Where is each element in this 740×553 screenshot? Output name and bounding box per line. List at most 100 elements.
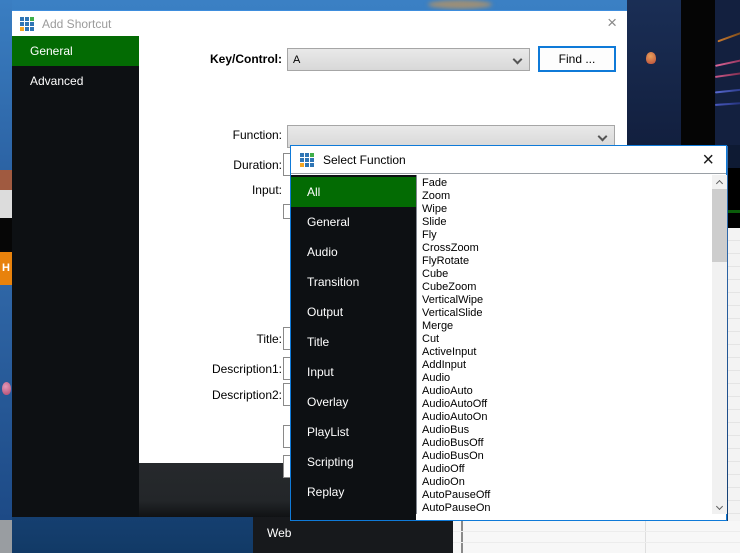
- function-item-autopauseon[interactable]: AutoPauseOn: [422, 502, 712, 514]
- function-item-audioon[interactable]: AudioOn: [422, 476, 712, 489]
- function-item-audioautooff[interactable]: AudioAutoOff: [422, 398, 712, 411]
- category-item-playlist[interactable]: PlayList: [291, 417, 416, 447]
- function-item-cube[interactable]: Cube: [422, 268, 712, 281]
- description2-field[interactable]: [283, 383, 290, 406]
- function-item-merge[interactable]: Merge: [422, 320, 712, 333]
- scrollbar-thumb[interactable]: [712, 189, 727, 262]
- function-item-fade[interactable]: Fade: [422, 177, 712, 190]
- background-panel: [453, 521, 740, 553]
- background-divider: [645, 521, 646, 553]
- background-row-line: [453, 531, 740, 532]
- dialog-title: Add Shortcut: [42, 17, 111, 31]
- description1-label: Description1:: [112, 362, 282, 376]
- close-icon[interactable]: ×: [607, 12, 617, 34]
- balloon-image: [646, 52, 656, 64]
- input-label: Input:: [112, 183, 282, 197]
- background-list-rows: [728, 228, 740, 521]
- function-item-verticalwipe[interactable]: VerticalWipe: [422, 294, 712, 307]
- category-item-audio[interactable]: Audio: [291, 237, 416, 267]
- function-list: FadeZoomWipeSlideFlyCrossZoomFlyRotateCu…: [416, 175, 712, 514]
- video-preview-balloon: [627, 0, 681, 146]
- category-item-replay[interactable]: Replay: [291, 477, 416, 507]
- function-item-flyrotate[interactable]: FlyRotate: [422, 255, 712, 268]
- function-label: Function:: [112, 128, 282, 142]
- vmix-logo-icon: [20, 17, 34, 31]
- vmix-logo-icon: [300, 153, 314, 167]
- close-icon[interactable]: ×: [702, 148, 714, 172]
- function-item-crosszoom[interactable]: CrossZoom: [422, 242, 712, 255]
- background-window-sliver: [0, 218, 12, 252]
- select-function-titlebar[interactable]: Select Function ×: [291, 146, 726, 174]
- desktop: H Web Add Shortcut × GeneralAdvanced Key…: [0, 0, 740, 553]
- category-item-general[interactable]: General: [291, 207, 416, 237]
- web-tab[interactable]: Web: [253, 517, 455, 553]
- title-field[interactable]: [283, 327, 290, 350]
- background-window-sliver: [0, 190, 12, 218]
- duration-label: Duration:: [112, 158, 282, 172]
- function-item-slide[interactable]: Slide: [422, 216, 712, 229]
- background-window-sliver: [0, 170, 12, 190]
- function-item-autopauseoff[interactable]: AutoPauseOff: [422, 489, 712, 502]
- function-item-wipe[interactable]: Wipe: [422, 203, 712, 216]
- function-item-verticalslide[interactable]: VerticalSlide: [422, 307, 712, 320]
- video-preview-black: [681, 0, 715, 146]
- function-item-audiobus[interactable]: AudioBus: [422, 424, 712, 437]
- firework-streak: [715, 72, 740, 78]
- wallpaper-balloon: [2, 382, 11, 395]
- title-label: Title:: [112, 332, 282, 346]
- background-sliver: [728, 145, 740, 168]
- key-control-label: Key/Control:: [112, 52, 282, 66]
- background-sliver: [728, 213, 740, 228]
- background-divider: [461, 521, 463, 553]
- key-control-value: A: [293, 54, 300, 66]
- category-item-scripting[interactable]: Scripting: [291, 447, 416, 477]
- add-shortcut-sidebar: GeneralAdvanced: [12, 36, 139, 517]
- category-item-output[interactable]: Output: [291, 297, 416, 327]
- background-sliver: [728, 168, 740, 210]
- function-item-cubezoom[interactable]: CubeZoom: [422, 281, 712, 294]
- function-item-audio[interactable]: Audio: [422, 372, 712, 385]
- background-window-sliver: H: [0, 252, 12, 285]
- taskbar-blur-thumbnail: [428, 0, 492, 9]
- firework-streak: [715, 59, 740, 67]
- chevron-down-icon: [513, 55, 523, 65]
- video-preview-fireworks: [715, 0, 740, 146]
- find-button[interactable]: Find ...: [538, 46, 616, 72]
- scrollbar[interactable]: [712, 175, 727, 514]
- dialog-title: Select Function: [323, 153, 406, 167]
- scroll-down-icon[interactable]: [712, 498, 727, 514]
- duration-field[interactable]: [283, 153, 290, 176]
- input-field[interactable]: [283, 204, 290, 219]
- function-item-audiooff[interactable]: AudioOff: [422, 463, 712, 476]
- category-item-input[interactable]: Input: [291, 357, 416, 387]
- function-item-audiobuson[interactable]: AudioBusOn: [422, 450, 712, 463]
- firework-streak: [717, 32, 740, 43]
- add-shortcut-titlebar[interactable]: Add Shortcut ×: [12, 11, 627, 36]
- web-tab-label: Web: [267, 526, 291, 540]
- function-item-activeinput[interactable]: ActiveInput: [422, 346, 712, 359]
- firework-streak: [715, 102, 740, 106]
- wallpaper-strip: [0, 285, 12, 520]
- sidebar-item-advanced[interactable]: Advanced: [12, 66, 139, 96]
- function-item-fly[interactable]: Fly: [422, 229, 712, 242]
- firework-streak: [715, 89, 740, 94]
- description2-label: Description2:: [112, 388, 282, 402]
- function-item-cut[interactable]: Cut: [422, 333, 712, 346]
- category-item-all[interactable]: All: [291, 177, 416, 207]
- category-item-overlay[interactable]: Overlay: [291, 387, 416, 417]
- hidden-field[interactable]: [283, 455, 290, 478]
- hidden-field[interactable]: [283, 425, 290, 448]
- description1-field[interactable]: [283, 357, 290, 380]
- function-item-audioauto[interactable]: AudioAuto: [422, 385, 712, 398]
- function-item-zoom[interactable]: Zoom: [422, 190, 712, 203]
- background-row-line: [453, 542, 740, 543]
- select-function-dialog: Select Function × AllGeneralAudioTransit…: [290, 145, 727, 521]
- function-item-addinput[interactable]: AddInput: [422, 359, 712, 372]
- function-category-sidebar: AllGeneralAudioTransitionOutputTitleInpu…: [291, 175, 416, 520]
- function-item-audiobusoff[interactable]: AudioBusOff: [422, 437, 712, 450]
- function-item-audioautoon[interactable]: AudioAutoOn: [422, 411, 712, 424]
- key-control-combobox[interactable]: A: [287, 48, 530, 71]
- category-item-transition[interactable]: Transition: [291, 267, 416, 297]
- chevron-down-icon: [598, 132, 608, 142]
- category-item-title[interactable]: Title: [291, 327, 416, 357]
